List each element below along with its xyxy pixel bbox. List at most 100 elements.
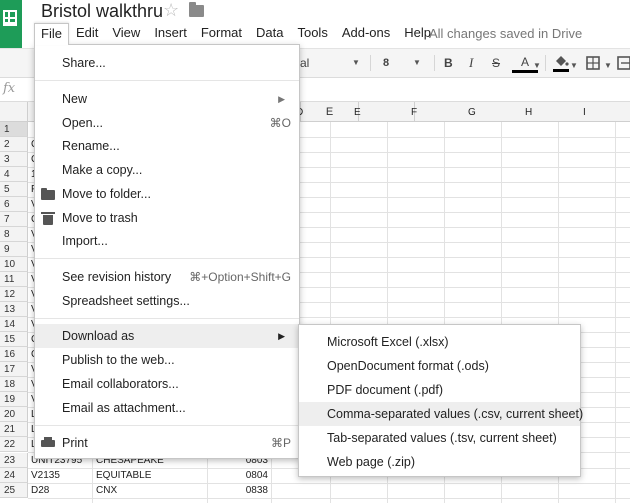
menu-email-attachment-label: Email as attachment...	[62, 401, 186, 415]
menu-make-copy-label: Make a copy...	[62, 163, 143, 177]
menu-rename-label: Rename...	[62, 139, 120, 153]
row-header[interactable]: 17	[0, 362, 28, 377]
folder-icon[interactable]	[189, 2, 204, 17]
toolbar-divider	[370, 55, 371, 71]
download-csv[interactable]: Comma-separated values (.csv, current sh…	[299, 402, 583, 426]
menu-rename[interactable]: Rename...	[35, 134, 299, 158]
row-header[interactable]: 8	[0, 227, 28, 242]
menu-move-to-folder[interactable]: Move to folder...	[35, 182, 299, 206]
open-shortcut: ⌘O	[269, 116, 291, 130]
menu-email-collaborators[interactable]: Email collaborators...	[35, 372, 299, 396]
menu-open[interactable]: Open... ⌘O	[35, 111, 299, 135]
row-header[interactable]: 1	[0, 122, 28, 137]
row-header[interactable]: 7	[0, 212, 28, 227]
print-icon	[40, 431, 56, 455]
row-header[interactable]: 20	[0, 407, 28, 422]
cell-a25[interactable]: D28	[28, 483, 92, 498]
document-title[interactable]: Bristol walkthru	[41, 1, 163, 22]
row-header[interactable]: 9	[0, 242, 28, 257]
row-header[interactable]: 10	[0, 257, 28, 272]
download-zip[interactable]: Web page (.zip)	[299, 450, 580, 474]
cell-b25[interactable]: CNX	[93, 483, 207, 498]
row-header[interactable]: 11	[0, 272, 28, 287]
menu-email-attachment[interactable]: Email as attachment...	[35, 396, 299, 420]
cell-c25[interactable]: 0838	[208, 483, 271, 498]
download-xlsx[interactable]: Microsoft Excel (.xlsx)	[299, 330, 580, 354]
star-icon[interactable]: ☆	[163, 0, 179, 21]
download-ods[interactable]: OpenDocument format (.ods)	[299, 354, 580, 378]
menu-add-ons[interactable]: Add-ons	[335, 23, 397, 45]
fx-icon: fx	[3, 81, 16, 96]
column-header-e[interactable]: E	[301, 102, 359, 122]
row-header[interactable]: 2	[0, 137, 28, 152]
menu-file[interactable]: File	[34, 23, 69, 45]
menu-spreadsheet-settings-label: Spreadsheet settings...	[62, 294, 190, 308]
strikethrough-button[interactable]: S	[492, 49, 500, 77]
menu-print[interactable]: Print ⌘P	[35, 431, 299, 455]
row-header[interactable]: 18	[0, 377, 28, 392]
sheets-logo-icon[interactable]	[0, 0, 22, 48]
menubar: File Edit View Insert Format Data Tools …	[34, 23, 438, 45]
save-status[interactable]: All changes saved in Drive	[429, 26, 582, 41]
chevron-down-icon[interactable]: ▼	[570, 61, 578, 70]
menu-share[interactable]: Share...	[35, 51, 299, 75]
row-header[interactable]: 5	[0, 182, 28, 197]
menu-move-to-trash[interactable]: Move to trash	[35, 206, 299, 230]
download-pdf[interactable]: PDF document (.pdf)	[299, 378, 580, 402]
font-size-select[interactable]: 8 ▼	[383, 49, 428, 77]
menu-make-copy[interactable]: Make a copy...	[35, 158, 299, 182]
gridline	[615, 122, 616, 503]
menu-import[interactable]: Import...	[35, 229, 299, 253]
menu-edit[interactable]: Edit	[69, 23, 105, 45]
font-family-select[interactable]: al ▼	[300, 49, 362, 77]
menu-view[interactable]: View	[105, 23, 147, 45]
chevron-down-icon[interactable]: ▼	[604, 61, 612, 70]
revision-shortcut: ⌘+Option+Shift+G	[189, 270, 291, 284]
row-header[interactable]: 21	[0, 422, 28, 437]
menu-download-as[interactable]: Download as ▶	[35, 324, 299, 348]
borders-button[interactable]	[586, 49, 604, 77]
chevron-down-icon[interactable]: ▼	[533, 61, 541, 70]
row-header[interactable]: 19	[0, 392, 28, 407]
menu-insert[interactable]: Insert	[147, 23, 194, 45]
row-header[interactable]: 23	[0, 453, 28, 468]
column-label-i: I	[583, 107, 586, 118]
menu-separator	[35, 258, 299, 259]
row-header[interactable]: 14	[0, 317, 28, 332]
italic-button[interactable]: I	[469, 49, 473, 77]
download-tsv[interactable]: Tab-separated values (.tsv, current shee…	[299, 426, 580, 450]
menu-new[interactable]: New ▶	[35, 87, 299, 111]
row-header[interactable]: 3	[0, 152, 28, 167]
gridline	[28, 498, 630, 499]
menu-import-label: Import...	[62, 234, 108, 248]
cell-c24[interactable]: 0804	[208, 468, 271, 483]
row-header[interactable]: 15	[0, 332, 28, 347]
menu-revision-history-label: See revision history	[62, 270, 172, 284]
row-header[interactable]: 25	[0, 483, 28, 498]
menu-spreadsheet-settings[interactable]: Spreadsheet settings...	[35, 289, 299, 313]
menu-tools[interactable]: Tools	[290, 23, 334, 45]
merge-cells-button[interactable]	[617, 49, 630, 77]
paint-bucket-icon	[553, 56, 569, 72]
menu-data[interactable]: Data	[249, 23, 290, 45]
toolbar-divider	[434, 55, 435, 71]
menu-revision-history[interactable]: See revision history ⌘+Option+Shift+G	[35, 265, 299, 289]
row-header[interactable]: 16	[0, 347, 28, 362]
row-header[interactable]: 12	[0, 287, 28, 302]
menu-separator	[35, 318, 299, 319]
row-header[interactable]: 4	[0, 167, 28, 182]
cell-a24[interactable]: V2135	[28, 468, 92, 483]
cell-b24[interactable]: EQUITABLE	[93, 468, 207, 483]
row-header[interactable]: 22	[0, 437, 28, 452]
select-all-corner[interactable]	[0, 102, 28, 122]
row-header[interactable]: 13	[0, 302, 28, 317]
font-family-value: al	[300, 56, 310, 70]
bold-button[interactable]: B	[444, 49, 453, 77]
row-header[interactable]: 24	[0, 468, 28, 483]
borders-icon	[586, 56, 600, 70]
menu-publish[interactable]: Publish to the web...	[35, 348, 299, 372]
row-header[interactable]: 6	[0, 197, 28, 212]
menu-separator	[35, 80, 299, 81]
menu-publish-label: Publish to the web...	[62, 353, 175, 367]
menu-format[interactable]: Format	[194, 23, 249, 45]
